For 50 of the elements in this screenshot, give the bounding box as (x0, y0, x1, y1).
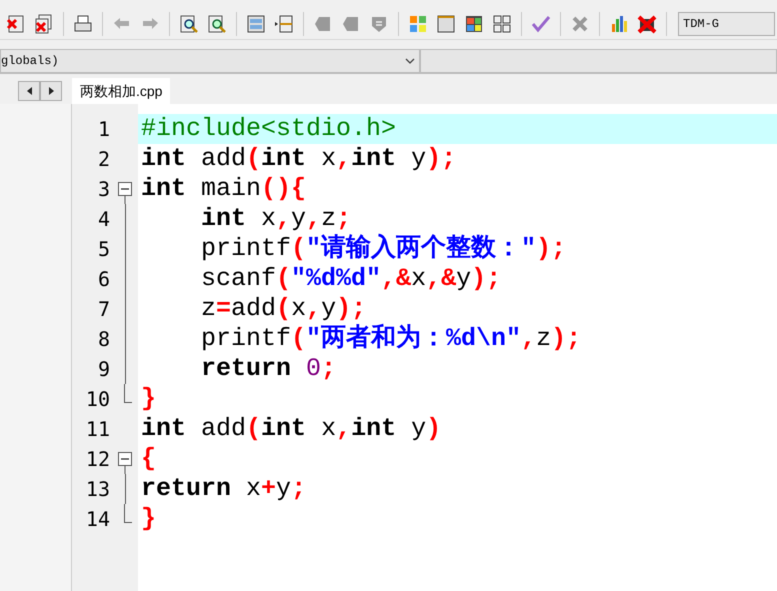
code-line: int x,y,z; (201, 204, 352, 234)
code-line: #include<stdio.h> (141, 114, 396, 144)
compiler-combo[interactable]: TDM-G (678, 12, 775, 36)
delete-icon[interactable] (637, 14, 657, 34)
scroll-right-button[interactable] (40, 81, 62, 101)
find-next-icon[interactable] (207, 14, 227, 34)
line-number: 12 (84, 446, 110, 473)
code-line: int add(int x,int y); (141, 144, 456, 174)
line-number: 11 (84, 416, 110, 443)
line-number: 10 (84, 386, 110, 413)
file-tab[interactable]: 两数相加.cpp (72, 78, 170, 104)
scroll-left-button[interactable] (18, 81, 40, 101)
checkmark-icon[interactable] (531, 14, 551, 34)
code-line: printf("两者和为：%d\n",z); (201, 324, 582, 354)
line-number: 7 (96, 296, 110, 323)
code-line: } (141, 384, 156, 414)
code-line: return 0; (201, 354, 336, 384)
line-number: 2 (96, 146, 110, 173)
chevron-down-icon (405, 58, 415, 64)
printer-icon[interactable] (73, 14, 93, 34)
code-line: printf("请输入两个整数："); (201, 234, 566, 264)
bar-chart-icon[interactable] (609, 14, 629, 34)
line-number: 13 (84, 476, 110, 503)
code-line: z=add(x,y); (201, 294, 366, 324)
line-number: 8 (96, 326, 110, 353)
colored-grid-icon[interactable] (408, 14, 428, 34)
line-number: 6 (96, 266, 110, 293)
split-icon[interactable] (274, 14, 294, 34)
code-line: return x+y; (141, 474, 306, 504)
line-number: 5 (96, 236, 110, 263)
code-line: { (141, 444, 156, 474)
line-number: 14 (84, 506, 110, 533)
search-icon[interactable] (179, 14, 199, 34)
window-icon[interactable] (436, 14, 456, 34)
code-line: scanf("%d%d",&x,&y); (201, 264, 502, 294)
line-number: 9 (96, 356, 110, 383)
scope-combo[interactable]: globals) (0, 48, 420, 72)
left-triangle-icon (26, 87, 32, 95)
line-number: 3 (96, 176, 110, 203)
line-number: 1 (96, 116, 110, 143)
code-line: int main(){ (141, 174, 306, 204)
grid-icon[interactable] (492, 14, 512, 34)
close-file-icon[interactable] (6, 14, 26, 34)
code-line: int add(int x,int y) (141, 414, 442, 444)
panels-icon[interactable] (246, 14, 266, 34)
code-line: } (141, 504, 156, 534)
tiles-icon[interactable] (464, 14, 484, 34)
line-number: 4 (96, 206, 110, 233)
right-triangle-icon (48, 87, 54, 95)
close-all-icon[interactable] (34, 14, 54, 34)
